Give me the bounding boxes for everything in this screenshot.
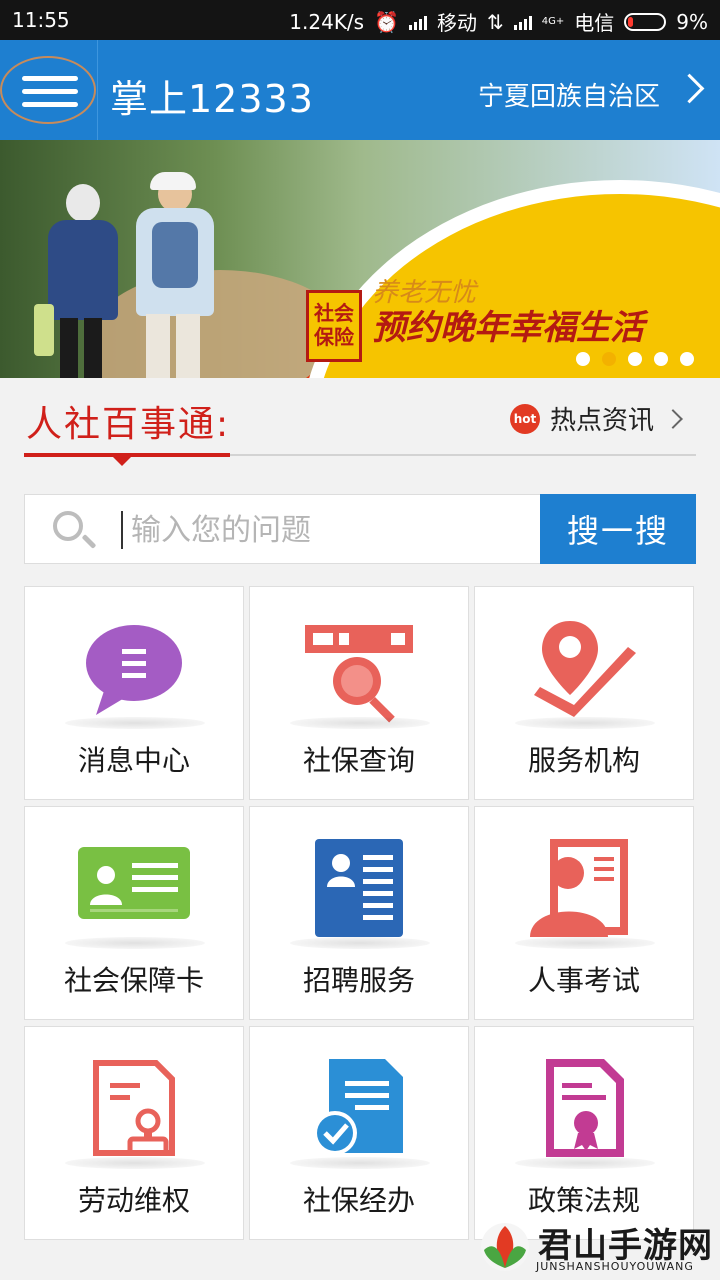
battery-icon [624, 12, 667, 31]
resume-icon [315, 839, 403, 937]
id-card-icon [78, 847, 190, 919]
tile-labor-rights[interactable]: 劳动维权 [24, 1026, 244, 1240]
carousel-dot[interactable] [680, 352, 694, 366]
search-input[interactable] [129, 507, 533, 553]
banner-person-woman [34, 184, 120, 378]
data-arrows-icon: ⇅ [487, 9, 504, 34]
section-notch [112, 456, 132, 466]
chevron-right-icon[interactable] [674, 73, 705, 104]
tile-label: 人事考试 [527, 964, 640, 997]
appbar-divider [97, 40, 98, 140]
icon-shadow [515, 717, 655, 729]
alarm-icon: ⏰ [374, 9, 399, 34]
stamp-document-icon [93, 1060, 175, 1156]
carrier-mobile: 移动 [437, 11, 477, 35]
app-title: 掌上12333 [110, 77, 314, 121]
tile-personnel-exam[interactable]: 人事考试 [474, 806, 694, 1020]
icon-shadow [65, 1157, 205, 1169]
hamburger-menu-icon[interactable] [0, 56, 96, 124]
tile-label: 招聘服务 [302, 964, 415, 997]
icon-shadow [515, 937, 655, 949]
location-pin-icon [534, 621, 636, 717]
status-time: 11:55 [12, 8, 70, 32]
network-speed: 1.24K/s [289, 9, 365, 34]
hot-news-label: 热点资讯 [549, 406, 654, 436]
carousel-dot[interactable] [576, 352, 590, 366]
card-search-icon [305, 625, 413, 723]
tile-label: 政策法规 [527, 1184, 640, 1217]
certificate-icon [546, 1059, 624, 1157]
watermark-logo-icon [481, 1223, 529, 1271]
search-button[interactable]: 搜一搜 [540, 494, 696, 564]
seal-line1: 社会 [314, 301, 354, 325]
seal-line2: 保险 [314, 325, 354, 349]
tile-message-center[interactable]: 消息中心 [24, 586, 244, 800]
carousel-dot[interactable] [654, 352, 668, 366]
tile-social-security-query[interactable]: 社保查询 [249, 586, 469, 800]
section-title: 人社百事通: [26, 404, 231, 445]
icon-shadow [290, 937, 430, 949]
app-bar: 掌上12333 宁夏回族自治区 [0, 40, 720, 140]
region-selector[interactable]: 宁夏回族自治区 [478, 76, 660, 113]
signal-icon-2 [513, 14, 532, 30]
tile-label: 服务机构 [527, 744, 640, 777]
tile-label: 劳动维权 [77, 1184, 190, 1217]
banner-slogan-main: 预约晚年幸福生活 [372, 308, 644, 348]
icon-shadow [515, 1157, 655, 1169]
network-type: 4G+ [541, 15, 565, 27]
search-icon [53, 511, 83, 541]
status-right: 1.24K/s ⏰ 移动 ⇅ 4G+ 电信 9% [289, 7, 708, 36]
social-insurance-seal: 社会 保险 [306, 290, 362, 362]
tile-label: 社会保障卡 [63, 964, 204, 997]
promo-banner[interactable]: 社会 保险 养老无忧 预约晚年幸福生活 [0, 140, 720, 378]
tile-policies-regulations[interactable]: 政策法规 [474, 1026, 694, 1240]
tile-recruitment[interactable]: 招聘服务 [249, 806, 469, 1020]
exam-person-icon [530, 839, 628, 937]
tile-label: 社保经办 [302, 1184, 415, 1217]
battery-percent: 9% [676, 9, 708, 34]
tile-label: 社保查询 [302, 744, 415, 777]
banner-person-man [130, 172, 220, 378]
text-cursor [121, 511, 123, 549]
icon-shadow [65, 937, 205, 949]
site-watermark: 君山手游网 JUNSHANSHOUYOUWANG [478, 1216, 720, 1280]
carousel-dot-active[interactable] [602, 352, 616, 366]
tile-social-security-card[interactable]: 社会保障卡 [24, 806, 244, 1020]
checked-document-icon [313, 1059, 403, 1155]
tile-social-security-handling[interactable]: 社保经办 [249, 1026, 469, 1240]
carousel-dot[interactable] [628, 352, 642, 366]
tile-service-agencies[interactable]: 服务机构 [474, 586, 694, 800]
watermark-sub: JUNSHANSHOUYOUWANG [536, 1260, 694, 1273]
tile-label: 消息中心 [77, 744, 190, 777]
chevron-right-icon [663, 408, 683, 429]
carousel-indicator[interactable] [576, 352, 694, 366]
signal-icon [409, 14, 427, 30]
message-bubble-icon [86, 625, 182, 715]
carrier-telecom: 电信 [574, 11, 615, 35]
search-bar: 搜一搜 [24, 494, 696, 564]
icon-shadow [65, 717, 205, 729]
icon-shadow [290, 1157, 430, 1169]
status-bar: 11:55 1.24K/s ⏰ 移动 ⇅ 4G+ 电信 9% [0, 0, 720, 40]
hot-news-link[interactable]: hot 热点资讯 [509, 400, 683, 437]
icon-shadow [290, 717, 430, 729]
hot-badge-icon: hot [509, 403, 540, 434]
